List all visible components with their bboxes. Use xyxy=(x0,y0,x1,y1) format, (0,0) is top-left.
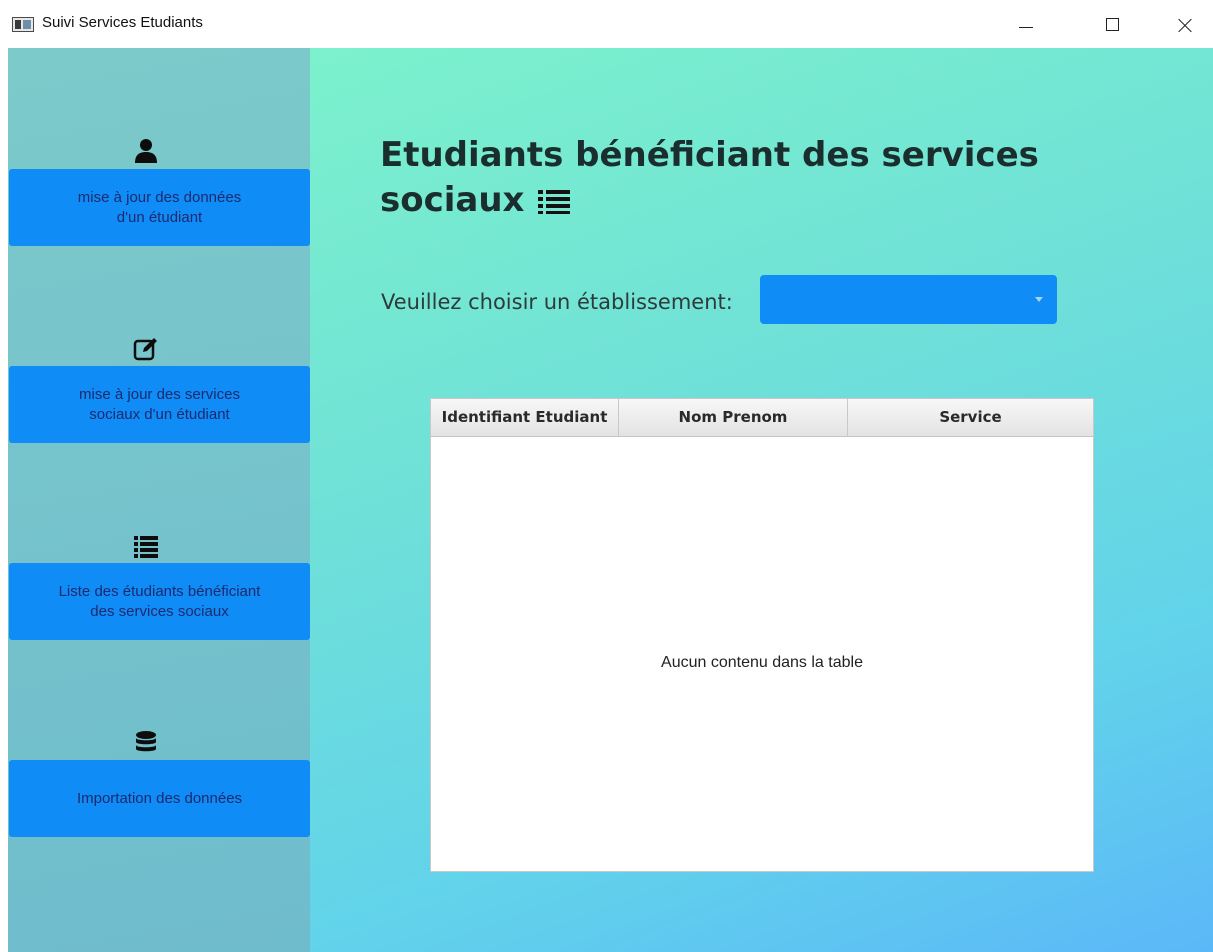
window-title: Suivi Services Etudiants xyxy=(42,14,203,31)
main-window: mise à jour des données d'un étudiant mi… xyxy=(8,48,1213,952)
column-header-id[interactable]: Identifiant Etudiant xyxy=(431,399,619,436)
nav-label-line: sociaux d'un étudiant xyxy=(89,405,230,423)
maximize-button[interactable] xyxy=(1090,4,1136,44)
establishment-select[interactable] xyxy=(760,275,1057,324)
establishment-label: Veuillez choisir un établissement: xyxy=(381,290,733,314)
column-header-name[interactable]: Nom Prenom xyxy=(619,399,848,436)
students-table[interactable]: Identifiant Etudiant Nom Prenom Service … xyxy=(430,398,1094,872)
table-header: Identifiant Etudiant Nom Prenom Service xyxy=(431,399,1093,437)
nav-label-line: Importation des données xyxy=(76,789,243,807)
nav-label-line: d'un étudiant xyxy=(116,208,203,226)
close-button[interactable] xyxy=(1164,4,1210,44)
sidebar: mise à jour des données d'un étudiant mi… xyxy=(8,48,310,952)
table-empty-message: Aucun contenu dans la table xyxy=(661,654,863,671)
chevron-down-icon xyxy=(1035,297,1043,302)
nav-label-line: Liste des étudiants bénéficiant xyxy=(58,582,261,600)
page-title: Etudiants bénéficiant des services socia… xyxy=(380,133,1140,223)
app-icon xyxy=(12,17,34,32)
sidebar-item-update-services[interactable]: mise à jour des services sociaux d'un ét… xyxy=(9,366,310,443)
nav-label-line: mise à jour des données xyxy=(77,188,242,206)
minimize-button[interactable] xyxy=(1003,4,1049,44)
nav-label-line: des services sociaux xyxy=(90,602,229,620)
nav-label-line: mise à jour des services xyxy=(79,385,240,403)
page-title-line1: Etudiants bénéficiant des services xyxy=(380,135,1039,175)
user-icon xyxy=(135,139,157,163)
sidebar-item-update-student[interactable]: mise à jour des données d'un étudiant xyxy=(9,169,310,246)
sidebar-item-student-list[interactable]: Liste des étudiants bénéficiant des serv… xyxy=(9,563,310,640)
list-icon xyxy=(538,190,571,214)
list-icon xyxy=(134,536,158,558)
edit-icon xyxy=(133,338,157,361)
page-title-line2: sociaux xyxy=(380,180,525,220)
column-header-service[interactable]: Service xyxy=(848,399,1093,436)
title-bar: Suivi Services Etudiants xyxy=(0,0,1213,48)
sidebar-item-import-data[interactable]: Importation des données xyxy=(9,760,310,837)
database-icon xyxy=(136,731,156,752)
